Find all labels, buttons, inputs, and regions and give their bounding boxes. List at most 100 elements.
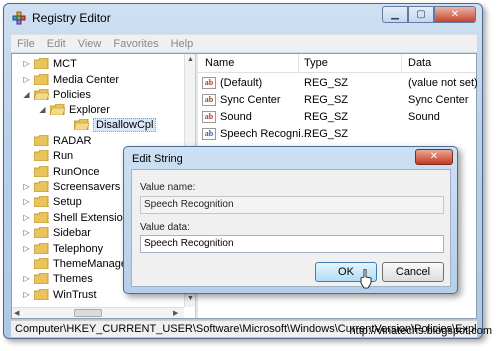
- expand-arrow-icon[interactable]: ▷: [22, 244, 31, 253]
- tree-item-run[interactable]: Run: [22, 148, 73, 163]
- expand-arrow-icon[interactable]: ▷: [22, 213, 31, 222]
- menu-edit[interactable]: Edit: [41, 38, 72, 50]
- window-controls: ▁ ▢ ✕: [382, 6, 476, 23]
- scroll-down-icon[interactable]: ▼: [187, 295, 194, 302]
- mouse-pointer-icon: [360, 269, 372, 289]
- value-data-label: Value data:: [140, 222, 190, 233]
- tree-item-label: Telephony: [53, 242, 104, 255]
- folder-icon: [34, 258, 49, 269]
- title-bar[interactable]: Registry Editor ▁ ▢ ✕: [4, 4, 482, 30]
- column-name[interactable]: Name: [205, 57, 234, 69]
- tree-item-runonce[interactable]: RunOnce: [22, 164, 99, 179]
- value-data-field[interactable]: Speech Recognition: [140, 235, 444, 253]
- minimize-icon: ▁: [391, 9, 399, 20]
- scroll-thumb[interactable]: [74, 309, 102, 317]
- minimize-button[interactable]: ▁: [382, 6, 408, 23]
- window-title: Registry Editor: [32, 11, 111, 25]
- menu-help[interactable]: Help: [165, 38, 200, 50]
- value-data: Sound: [408, 111, 440, 123]
- tree-item-telephony[interactable]: ▷ Telephony: [22, 241, 103, 256]
- value-name-field[interactable]: Speech Recognition: [140, 196, 444, 214]
- tree-item-label: DisallowCpl: [93, 117, 157, 132]
- table-row[interactable]: ab Speech Recogni... REG_SZ: [198, 127, 476, 143]
- column-data[interactable]: Data: [408, 57, 431, 69]
- folder-open-icon: [50, 104, 65, 115]
- folder-icon: [34, 135, 49, 146]
- expand-arrow-icon[interactable]: ▷: [22, 290, 31, 299]
- folder-icon: [34, 166, 49, 177]
- close-button[interactable]: ✕: [434, 6, 476, 23]
- tree-item-label: Screensavers: [53, 180, 121, 193]
- expand-arrow-icon[interactable]: ▷: [22, 228, 31, 237]
- tree-item-label: Sidebar: [53, 226, 91, 239]
- folder-icon: [34, 74, 49, 85]
- collapse-arrow-icon[interactable]: ◢: [38, 105, 47, 114]
- column-divider[interactable]: [401, 54, 402, 73]
- value-name: Sound: [220, 111, 252, 123]
- maximize-icon: ▢: [416, 9, 426, 20]
- close-icon: ✕: [429, 151, 439, 162]
- folder-icon: [34, 227, 49, 238]
- collapse-arrow-icon[interactable]: ◢: [22, 90, 31, 99]
- folder-icon: [34, 58, 49, 69]
- table-row[interactable]: ab Sync Center REG_SZ Sync Center: [198, 93, 476, 109]
- scroll-up-icon[interactable]: ▲: [187, 56, 194, 63]
- dialog-close-button[interactable]: ✕: [415, 149, 453, 165]
- tree-item-thememanager[interactable]: ThemeManager: [22, 256, 131, 271]
- expand-arrow-icon[interactable]: ▷: [22, 75, 31, 84]
- table-row[interactable]: ab (Default) REG_SZ (value not set): [198, 76, 478, 92]
- tree-item-policies[interactable]: ◢ Policies: [22, 87, 90, 102]
- tree-item-disallowcpl[interactable]: DisallowCpl: [62, 117, 157, 132]
- maximize-button[interactable]: ▢: [408, 6, 434, 23]
- expand-arrow-icon[interactable]: ▷: [22, 59, 31, 68]
- column-divider[interactable]: [298, 54, 299, 73]
- tree-item-mct[interactable]: ▷ MCT: [22, 56, 77, 71]
- tree-item-explorer[interactable]: ◢ Explorer: [38, 102, 110, 117]
- tree-item-sidebar[interactable]: ▷ Sidebar: [22, 225, 91, 240]
- tree-item-label: Media Center: [53, 73, 120, 86]
- menu-view[interactable]: View: [72, 38, 108, 50]
- value-data: Sync Center: [408, 94, 469, 106]
- folder-icon: [34, 196, 49, 207]
- tree-item-shell-extensions[interactable]: ▷ Shell Extensions: [22, 210, 134, 225]
- folder-open-icon: [34, 89, 49, 100]
- folder-icon: [34, 181, 49, 192]
- expand-arrow-icon[interactable]: ▷: [22, 274, 31, 283]
- value-name-label: Value name:: [140, 182, 196, 193]
- tree-item-label: Explorer: [69, 103, 110, 116]
- tree-item-label: Themes: [53, 272, 93, 285]
- folder-icon: [34, 289, 49, 300]
- column-type[interactable]: Type: [304, 57, 328, 69]
- string-value-icon: ab: [202, 77, 216, 89]
- menu-bar: File Edit View Favorites Help: [11, 34, 477, 52]
- tree-item-wintrust[interactable]: ▷ WinTrust: [22, 287, 97, 302]
- folder-open-icon: [74, 119, 89, 130]
- expand-arrow-icon[interactable]: ▷: [22, 197, 31, 206]
- table-row[interactable]: ab Sound REG_SZ Sound: [198, 110, 476, 126]
- tree-item-radar[interactable]: RADAR: [22, 133, 92, 148]
- cancel-button[interactable]: Cancel: [382, 262, 444, 282]
- tree-item-screensavers[interactable]: ▷ Screensavers: [22, 179, 120, 194]
- scroll-left-icon[interactable]: ◀: [14, 309, 19, 317]
- tree-item-setup[interactable]: ▷ Setup: [22, 194, 81, 209]
- tree-item-label: MCT: [53, 57, 77, 70]
- menu-favorites[interactable]: Favorites: [107, 38, 164, 50]
- value-data: (value not set): [408, 77, 478, 89]
- tree-item-media-center[interactable]: ▷ Media Center: [22, 72, 119, 87]
- value-type: REG_SZ: [304, 128, 349, 140]
- value-type: REG_SZ: [304, 77, 349, 89]
- value-name: (Default): [220, 77, 263, 89]
- tree-item-label: RunOnce: [53, 165, 100, 178]
- string-value-icon: ab: [202, 111, 216, 123]
- list-header: Name Type Data: [198, 54, 476, 73]
- dialog-title: Edit String: [132, 153, 183, 165]
- tree-horizontal-scrollbar[interactable]: ◀ ▶: [12, 307, 184, 318]
- tree-item-label: WinTrust: [53, 288, 97, 301]
- string-value-icon: ab: [202, 94, 216, 106]
- registry-app-icon: [12, 11, 26, 25]
- menu-file[interactable]: File: [11, 38, 41, 50]
- scroll-right-icon[interactable]: ▶: [173, 309, 178, 317]
- expand-arrow-icon[interactable]: ▷: [22, 182, 31, 191]
- tree-item-themes[interactable]: ▷ Themes: [22, 271, 93, 286]
- folder-icon: [34, 212, 49, 223]
